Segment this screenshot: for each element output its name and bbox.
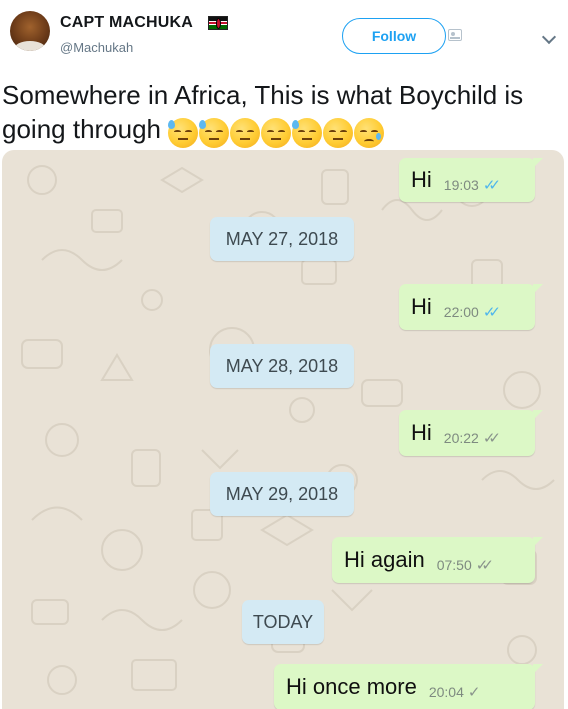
date-separator: MAY 29, 2018 bbox=[210, 472, 354, 516]
kenya-flag-icon bbox=[208, 16, 228, 30]
message-bubble[interactable]: Hi once more 20:04 ✓ bbox=[274, 664, 543, 709]
message-time: 07:50 bbox=[436, 557, 472, 573]
message-text: Hi bbox=[411, 167, 432, 192]
message-text: Hi bbox=[411, 294, 432, 319]
double-check-delivered-icon: ✓✓ bbox=[475, 556, 494, 574]
date-separator: MAY 27, 2018 bbox=[210, 217, 354, 261]
check-sent-icon: ✓ bbox=[467, 683, 481, 701]
profile-card-icon bbox=[448, 29, 462, 41]
date-separator: TODAY bbox=[242, 600, 324, 644]
avatar[interactable] bbox=[10, 11, 50, 51]
message-bubble[interactable]: Hi 20:22 ✓✓ bbox=[399, 410, 543, 456]
date-separator: MAY 28, 2018 bbox=[210, 344, 354, 388]
message-time: 20:22 bbox=[443, 430, 479, 446]
message-time: 22:00 bbox=[443, 304, 479, 320]
downcast-sweat-face-icon bbox=[292, 118, 323, 149]
user-name[interactable]: CAPT MACHUKA bbox=[60, 14, 193, 32]
message-bubble[interactable]: Hi 19:03 ✓✓ bbox=[399, 158, 543, 202]
message-text: Hi bbox=[411, 420, 432, 445]
message-bubble[interactable]: Hi again 07:50 ✓✓ bbox=[332, 537, 543, 583]
unamused-face-icon bbox=[230, 118, 261, 149]
downcast-sweat-face-icon bbox=[199, 118, 230, 149]
tweet-text: Somewhere in Africa, This is what Boychi… bbox=[2, 78, 562, 149]
follow-button[interactable]: Follow bbox=[342, 18, 446, 54]
double-check-read-icon: ✓✓ bbox=[482, 176, 501, 194]
unamused-face-icon bbox=[323, 118, 354, 149]
message-bubble[interactable]: Hi 22:00 ✓✓ bbox=[399, 284, 543, 330]
sad-relieved-face-icon bbox=[354, 118, 385, 149]
chat-screenshot[interactable]: Hi 19:03 ✓✓ MAY 27, 2018 Hi 22:00 ✓✓ MAY… bbox=[2, 150, 564, 709]
downcast-sweat-face-icon bbox=[168, 118, 199, 149]
message-text: Hi again bbox=[344, 547, 425, 572]
double-check-delivered-icon: ✓✓ bbox=[482, 429, 501, 447]
double-check-read-icon: ✓✓ bbox=[482, 303, 501, 321]
message-time: 19:03 bbox=[443, 177, 479, 193]
emoji-row bbox=[168, 114, 385, 149]
message-time: 20:04 bbox=[428, 684, 464, 700]
chevron-down-icon[interactable] bbox=[541, 29, 557, 45]
unamused-face-icon bbox=[261, 118, 292, 149]
message-text: Hi once more bbox=[286, 674, 417, 699]
user-handle[interactable]: @Machukah bbox=[60, 40, 133, 55]
